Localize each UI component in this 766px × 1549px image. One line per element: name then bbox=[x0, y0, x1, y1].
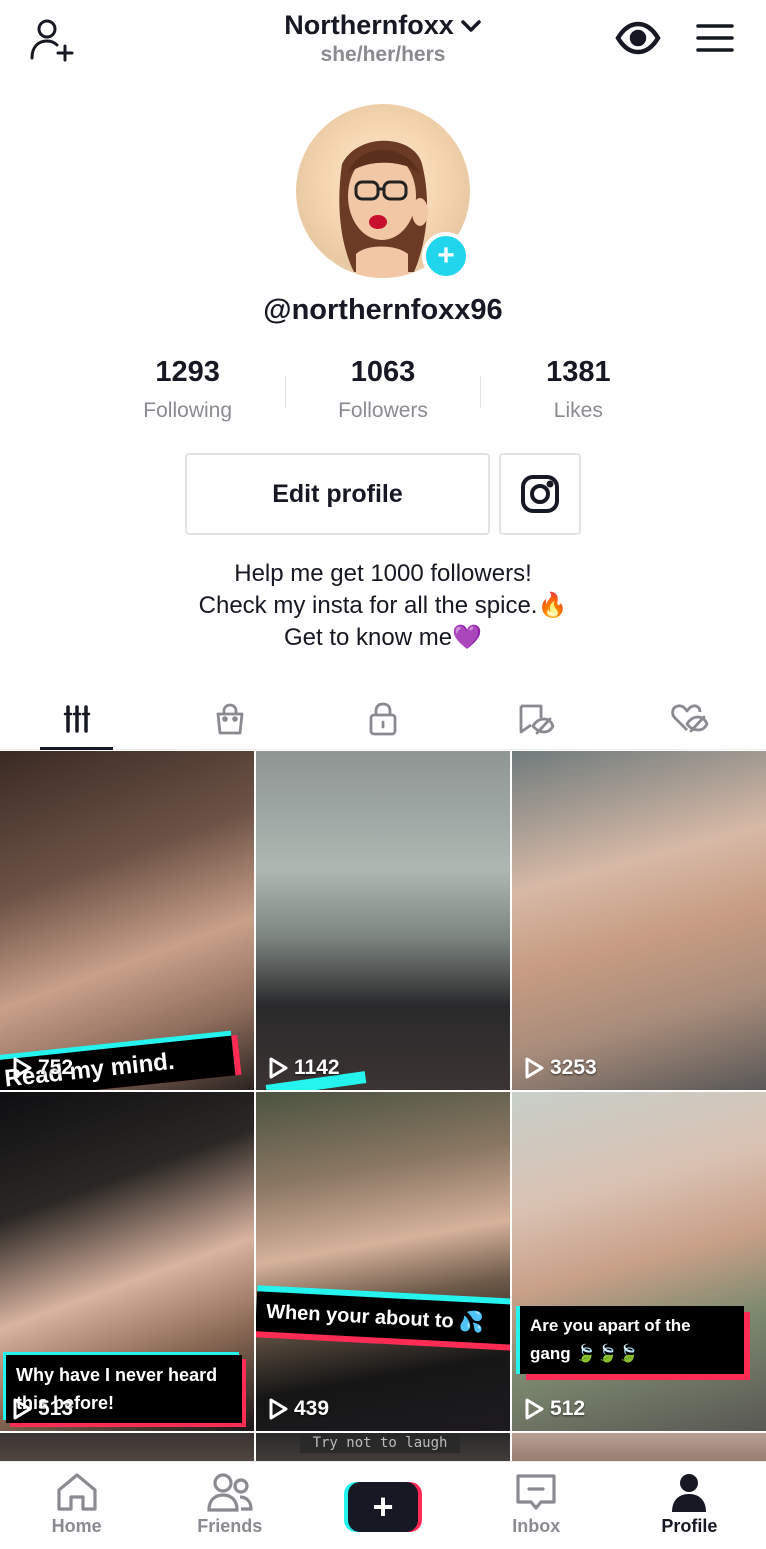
view-count: 752 bbox=[12, 1056, 73, 1080]
view-count-value: 439 bbox=[294, 1397, 330, 1420]
stat-following-value: 1293 bbox=[155, 356, 220, 388]
video-thumbnail[interactable]: When your about to 💦 439 bbox=[256, 1092, 510, 1431]
bio-line: Help me get 1000 followers! bbox=[234, 560, 532, 587]
nav-friends[interactable]: Friends bbox=[153, 1462, 306, 1549]
view-count-value: 752 bbox=[38, 1056, 74, 1079]
video-thumbnail[interactable]: Are you apart of the gang 🍃🍃🍃 512 bbox=[512, 1092, 766, 1431]
lock-icon bbox=[369, 702, 397, 735]
view-count: 439 bbox=[268, 1397, 329, 1421]
heart-hidden-icon bbox=[671, 703, 709, 732]
view-count-value: 3253 bbox=[550, 1056, 597, 1079]
nav-create[interactable]: + bbox=[306, 1462, 459, 1549]
nav-profile-label: Profile bbox=[661, 1516, 718, 1536]
bio-line: Get to know me💜 bbox=[284, 624, 482, 651]
play-icon bbox=[525, 1398, 544, 1420]
view-count-value: 513 bbox=[38, 1397, 74, 1420]
edit-profile-button[interactable]: Edit profile bbox=[185, 453, 490, 535]
profile-views-icon[interactable] bbox=[612, 18, 664, 58]
video-thumbnail[interactable]: Why have I never heard this before! 513 bbox=[0, 1092, 254, 1431]
bio-line: Check my insta for all the spice.🔥 bbox=[198, 592, 568, 619]
video-grid: Read my mind. 752 1142 3253 Why have I n… bbox=[0, 751, 766, 1461]
add-avatar-button[interactable]: + bbox=[422, 232, 470, 280]
play-icon bbox=[13, 1057, 32, 1079]
stat-followers-value: 1063 bbox=[350, 356, 416, 388]
stat-likes-label: Likes bbox=[553, 399, 603, 422]
bottom-nav: Home Friends + Inbox Profile bbox=[0, 1461, 766, 1549]
menu-icon[interactable] bbox=[690, 16, 738, 60]
view-count-value: 1142 bbox=[294, 1056, 340, 1079]
stat-likes[interactable]: 1381 Likes bbox=[481, 356, 676, 436]
nav-profile[interactable]: Profile bbox=[613, 1462, 766, 1549]
view-count: 512 bbox=[524, 1397, 585, 1421]
video-thumbnail[interactable]: 1142 bbox=[256, 751, 510, 1090]
video-thumbnail[interactable]: Read my mind. 752 bbox=[0, 751, 254, 1090]
video-caption: Try not to laugh bbox=[300, 1433, 460, 1453]
nav-friends-label: Friends bbox=[197, 1516, 263, 1536]
nav-home[interactable]: Home bbox=[0, 1462, 153, 1549]
tab-shop[interactable] bbox=[153, 688, 306, 749]
tab-private[interactable] bbox=[306, 688, 459, 749]
video-caption: When your about to 💦 bbox=[256, 1291, 510, 1345]
chevron-down-icon bbox=[461, 19, 481, 32]
video-thumbnail[interactable] bbox=[512, 1433, 766, 1461]
view-count: 1142 bbox=[268, 1056, 340, 1080]
divider bbox=[480, 376, 481, 408]
stat-following[interactable]: 1293 Following bbox=[90, 356, 285, 436]
profile-bio: Help me get 1000 followers! Check my ins… bbox=[0, 558, 766, 654]
profile-icon bbox=[672, 1474, 707, 1512]
shopping-bag-icon bbox=[216, 703, 244, 734]
grid-icon bbox=[63, 704, 90, 733]
nav-inbox[interactable]: Inbox bbox=[460, 1462, 613, 1549]
video-thumbnail[interactable]: Try not to laugh bbox=[256, 1433, 510, 1461]
divider bbox=[285, 376, 286, 408]
instagram-button[interactable] bbox=[499, 453, 581, 535]
play-icon bbox=[269, 1398, 288, 1420]
instagram-icon bbox=[521, 475, 559, 513]
profile-stats: 1293 Following 1063 Followers 1381 Likes bbox=[90, 356, 676, 436]
view-count-value: 512 bbox=[550, 1397, 586, 1420]
video-caption: Are you apart of the gang 🍃🍃🍃 bbox=[520, 1306, 744, 1374]
stat-following-label: Following bbox=[143, 399, 233, 422]
view-count: 3253 bbox=[524, 1056, 597, 1080]
stat-followers[interactable]: 1063 Followers bbox=[285, 356, 480, 436]
stat-followers-label: Followers bbox=[338, 399, 428, 422]
tab-liked[interactable] bbox=[613, 688, 766, 749]
tab-videos[interactable] bbox=[0, 688, 153, 750]
home-icon bbox=[56, 1473, 97, 1511]
play-icon bbox=[269, 1057, 288, 1079]
friends-icon bbox=[207, 1473, 253, 1512]
video-thumbnail[interactable] bbox=[0, 1433, 254, 1461]
play-icon bbox=[525, 1057, 544, 1079]
plus-icon: + bbox=[348, 1482, 418, 1532]
tab-favorites[interactable] bbox=[460, 688, 613, 749]
nav-home-label: Home bbox=[51, 1516, 102, 1536]
inbox-icon bbox=[516, 1474, 556, 1510]
play-icon bbox=[13, 1398, 32, 1420]
create-button[interactable]: + bbox=[344, 1482, 422, 1532]
nav-inbox-label: Inbox bbox=[512, 1516, 561, 1536]
profile-handle: @northernfoxx96 bbox=[263, 294, 503, 326]
view-count: 513 bbox=[12, 1397, 73, 1421]
stat-likes-value: 1381 bbox=[546, 356, 611, 388]
content-tabs bbox=[0, 688, 766, 750]
header-username: Northernfoxx bbox=[284, 10, 454, 40]
video-thumbnail[interactable]: 3253 bbox=[512, 751, 766, 1090]
bookmark-hidden-icon bbox=[519, 704, 555, 734]
